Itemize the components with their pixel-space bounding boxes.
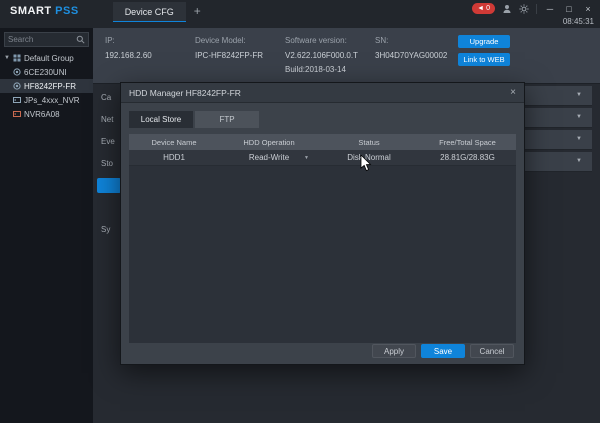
gear-icon[interactable] bbox=[519, 4, 529, 14]
tree-expand-icon[interactable]: ▼ bbox=[4, 55, 10, 61]
titlebar-right: ◄ 0 ─ □ × 08:45:31 bbox=[472, 0, 600, 28]
table-header-row: Device Name HDD Operation Status Free/To… bbox=[129, 134, 516, 150]
dialog-title: HDD Manager HF8242FP-FR bbox=[129, 88, 241, 98]
nav-item-network[interactable]: Net bbox=[101, 112, 113, 126]
info-ip: IP: 192.168.2.60 bbox=[105, 36, 152, 65]
table-empty-area bbox=[129, 166, 516, 343]
alarm-arrow-icon: ◄ bbox=[477, 5, 484, 12]
device-item-label: 6CE230UNI bbox=[24, 68, 67, 77]
ip-value: 192.168.2.60 bbox=[105, 51, 152, 60]
cell-device-name: HDD1 bbox=[129, 150, 219, 165]
device-tree-sidebar: ▼ Default Group 6CE230UNI HF8242FP-FR bbox=[0, 28, 93, 423]
dome-camera-icon bbox=[13, 68, 21, 76]
app-logo: SMART PSS bbox=[10, 5, 79, 28]
col-free-total-space: Free/Total Space bbox=[419, 134, 516, 150]
device-item-6ce230uni[interactable]: 6CE230UNI bbox=[0, 65, 93, 79]
tree-group-default[interactable]: ▼ Default Group bbox=[0, 51, 93, 65]
device-item-nvr6a08[interactable]: NVR6A08 bbox=[0, 107, 93, 121]
software-build: Build:2018-03-14 bbox=[285, 65, 358, 74]
col-hdd-operation: HDD Operation bbox=[219, 134, 319, 150]
nvr-icon bbox=[13, 96, 21, 104]
dialog-close-icon[interactable]: × bbox=[510, 87, 516, 98]
cancel-button[interactable]: Cancel bbox=[470, 344, 514, 358]
smartpss-window: SMART PSS Device CFG + ◄ 0 ─ □ bbox=[0, 0, 600, 423]
hdd-operation-select[interactable]: Read-Write ▼ bbox=[219, 150, 319, 165]
tab-local-store[interactable]: Local Store bbox=[129, 111, 193, 128]
logo-smart: SMART bbox=[10, 5, 52, 17]
chevron-down-icon[interactable]: ▼ bbox=[304, 155, 309, 161]
device-item-label: JPs_4xxx_NVR bbox=[24, 96, 80, 105]
info-sn: SN: 3H04D70YAG00002 bbox=[375, 36, 447, 65]
titlebar: SMART PSS Device CFG + ◄ 0 ─ □ bbox=[0, 0, 600, 28]
search-icon[interactable] bbox=[76, 35, 85, 44]
info-model: Device Model: IPC-HF8242FP-FR bbox=[195, 36, 263, 65]
device-item-label: HF8242FP-FR bbox=[24, 82, 76, 91]
hdd-manager-dialog: HDD Manager HF8242FP-FR × Local Store FT… bbox=[120, 82, 525, 365]
cell-free-total-space: 28.81G/28.83G bbox=[419, 150, 516, 165]
col-status: Status bbox=[319, 134, 419, 150]
save-button[interactable]: Save bbox=[421, 344, 465, 358]
col-device-name: Device Name bbox=[129, 134, 219, 150]
sn-label: SN: bbox=[375, 36, 447, 45]
model-label: Device Model: bbox=[195, 36, 263, 45]
chevron-down-icon[interactable]: ▼ bbox=[576, 114, 582, 120]
minimize-button[interactable]: ─ bbox=[544, 4, 556, 14]
hdd-operation-value: Read-Write bbox=[249, 153, 289, 162]
device-item-hf8242fp-fr[interactable]: HF8242FP-FR bbox=[0, 79, 93, 93]
group-icon bbox=[13, 54, 21, 62]
chevron-down-icon[interactable]: ▼ bbox=[576, 136, 582, 142]
nav-item-event[interactable]: Eve bbox=[101, 134, 115, 148]
search-input[interactable] bbox=[5, 35, 76, 44]
ip-label: IP: bbox=[105, 36, 152, 45]
model-value: IPC-HF8242FP-FR bbox=[195, 51, 263, 60]
apply-button[interactable]: Apply bbox=[372, 344, 416, 358]
titlebar-divider bbox=[536, 4, 537, 14]
link-to-web-button[interactable]: Link to WEB bbox=[458, 53, 510, 66]
hdd-table: Device Name HDD Operation Status Free/To… bbox=[129, 134, 516, 343]
nav-item-camera[interactable]: Ca bbox=[101, 90, 111, 104]
tab-device-cfg[interactable]: Device CFG bbox=[113, 2, 186, 22]
store-tabs: Local Store FTP bbox=[129, 111, 524, 128]
sn-value: 3H04D70YAG00002 bbox=[375, 51, 447, 60]
dialog-actions: Apply Save Cancel bbox=[372, 344, 514, 358]
nvr-icon bbox=[13, 110, 21, 118]
software-version: V2.622.106F000.0.T bbox=[285, 51, 358, 60]
nav-item-selected[interactable] bbox=[97, 178, 121, 193]
new-tab-button[interactable]: + bbox=[194, 4, 201, 28]
tab-device-cfg-label: Device CFG bbox=[125, 7, 174, 17]
alarm-count: 0 bbox=[486, 5, 490, 12]
nav-item-storage[interactable]: Sto bbox=[101, 156, 113, 170]
dome-camera-icon bbox=[13, 82, 21, 90]
info-software: Software version: V2.622.106F000.0.T Bui… bbox=[285, 36, 358, 79]
dialog-header[interactable]: HDD Manager HF8242FP-FR × bbox=[121, 83, 524, 103]
user-icon[interactable] bbox=[502, 4, 512, 14]
device-item-jps-4xxx-nvr[interactable]: JPs_4xxx_NVR bbox=[0, 93, 93, 107]
device-info-strip: IP: 192.168.2.60 Device Model: IPC-HF824… bbox=[93, 28, 600, 84]
table-row[interactable]: HDD1 Read-Write ▼ Disk Normal 28.81G/28.… bbox=[129, 150, 516, 166]
logo-pss: PSS bbox=[55, 5, 79, 17]
upgrade-button[interactable]: Upgrade bbox=[458, 35, 510, 48]
chevron-down-icon[interactable]: ▼ bbox=[576, 92, 582, 98]
close-button[interactable]: × bbox=[582, 4, 594, 14]
device-item-label: NVR6A08 bbox=[24, 110, 60, 119]
clock: 08:45:31 bbox=[563, 17, 594, 26]
tree-group-label: Default Group bbox=[24, 54, 74, 63]
tab-ftp[interactable]: FTP bbox=[195, 111, 259, 128]
search-box[interactable] bbox=[4, 32, 89, 47]
mouse-cursor bbox=[360, 155, 372, 172]
chevron-down-icon[interactable]: ▼ bbox=[576, 158, 582, 164]
software-label: Software version: bbox=[285, 36, 358, 45]
alarm-badge[interactable]: ◄ 0 bbox=[472, 3, 495, 14]
maximize-button[interactable]: □ bbox=[563, 4, 575, 14]
device-tree: ▼ Default Group 6CE230UNI HF8242FP-FR bbox=[0, 51, 93, 121]
nav-item-system[interactable]: Sy bbox=[101, 222, 110, 236]
